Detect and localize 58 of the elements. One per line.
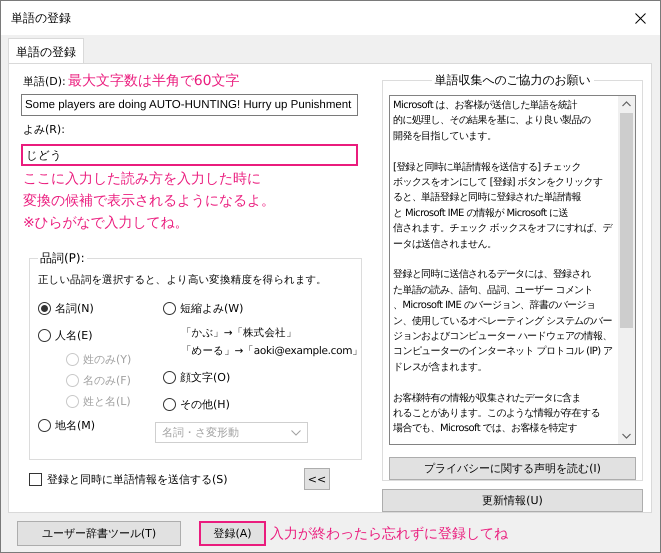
update-button[interactable]: 更新情報(U) (382, 489, 643, 512)
radio-label: 名詞(N) (55, 301, 94, 316)
info-text-line: [登録と同時に単語情報を送信する] チェック (393, 160, 582, 175)
radio-label: 名のみ(F) (83, 373, 131, 388)
hint-text: 正しい品詞を選択すると、より高い変換精度を得られます。 (38, 273, 328, 287)
collapse-button[interactable]: << (304, 468, 330, 490)
annotation-text: 入力が終わったら忘れずに登録してね (270, 524, 508, 542)
reading-field[interactable]: じどう (21, 144, 358, 166)
radio-label: 姓と名(L) (83, 394, 131, 409)
radio-label: 顔文字(O) (180, 370, 230, 385)
info-text-line: 、Microsoft IME のバージョン、辞書のバージョ (393, 298, 596, 314)
info-text-line: ジョンおよびコンピューター ハードウェアの情報、 (393, 330, 613, 344)
info-text-line: ータは送信されません。 (393, 238, 498, 252)
user-dictionary-button[interactable]: ユーザー辞書ツール(T) (17, 521, 181, 546)
register-button[interactable]: 登録(A) (199, 521, 266, 546)
info-text-line: れることがあります。このような情報が存在する (393, 406, 601, 422)
info-text-line: 登録と同時に送信されるデータには、登録され (393, 268, 592, 282)
info-text-line: ン、使用しているオペレーティング システムのバー (393, 314, 613, 329)
word-field[interactable]: Some players are doing AUTO-HUNTING! Hurry up Punishment (21, 94, 358, 116)
group-label: 品詞(P): (39, 250, 86, 267)
info-text-line: ボックスをオンにして [登録] ボタンをクリックす (393, 176, 604, 190)
radio-button[interactable] (163, 302, 176, 315)
info-text-line: 的に処理し、その結果を基に、より良い製品の (393, 114, 592, 128)
tab[interactable]: 単語の登録 (8, 38, 84, 64)
close-icon[interactable] (635, 12, 646, 24)
example-text: 「かぶ」→「株式会社」 (180, 326, 298, 341)
info-text-line: お客様特有の情報が収集されたデータに含ま (393, 392, 582, 406)
annotation-text: ここに入力した読み方を入力した時に (23, 170, 262, 189)
radio-button[interactable] (38, 419, 51, 432)
chevron-down-icon (291, 430, 301, 436)
info-text-line: ると、単語登録と同時に登録された単語情報 (393, 190, 582, 206)
radio-button[interactable] (38, 329, 51, 342)
radio-label: その他(H) (180, 397, 230, 412)
radio-button[interactable] (163, 371, 176, 384)
info-text-line: ドレスが含まれます。 (393, 360, 488, 375)
annotation-text: ※ひらがなで入力してね。 (23, 214, 190, 233)
info-text-line: た単語の読み、語句、品詞、ユーザー コメント (393, 284, 594, 298)
group-label: 単語収集へのご協力のお願い (434, 72, 592, 89)
info-text-line: Microsoft は、お客様が送信した単語を統計 (393, 98, 578, 113)
annotation-text: 変換の候補で表示されるようになるよ。 (23, 192, 276, 211)
info-text-line: コンピューターのインターネット プロトコル (IP) ア (393, 344, 614, 360)
info-text-line: 信されます。チェック ボックスをオフにすれば、デ (393, 222, 614, 236)
reading-label: よみ(R): (23, 122, 65, 137)
radio-label: 姓のみ(Y) (83, 352, 132, 367)
radio-button[interactable] (38, 302, 51, 315)
info-text-line: と Microsoft IME の情報が Microsoft に送 (393, 206, 570, 221)
annotation-text: 最大文字数は半角で60文字 (68, 72, 240, 90)
info-text-line: 開発を目指しています。 (393, 130, 498, 144)
privacy-button[interactable]: プライバシーに関する声明を読む(I) (389, 457, 636, 480)
word-label: 単語(D): (23, 74, 66, 89)
radio-label: 人名(E) (55, 328, 93, 343)
send-checkbox[interactable]: 登録と同時に単語情報を送信する(S) (29, 472, 228, 486)
radio-label: 短縮よみ(W) (180, 301, 244, 316)
radio-label: 地名(M) (55, 418, 96, 433)
scrollbar[interactable] (618, 96, 635, 444)
window-title: 単語の登録 (11, 10, 71, 26)
radio-button[interactable] (163, 398, 176, 411)
info-text-line: 場合でも、Microsoft では、お客様を特定す (393, 422, 578, 436)
